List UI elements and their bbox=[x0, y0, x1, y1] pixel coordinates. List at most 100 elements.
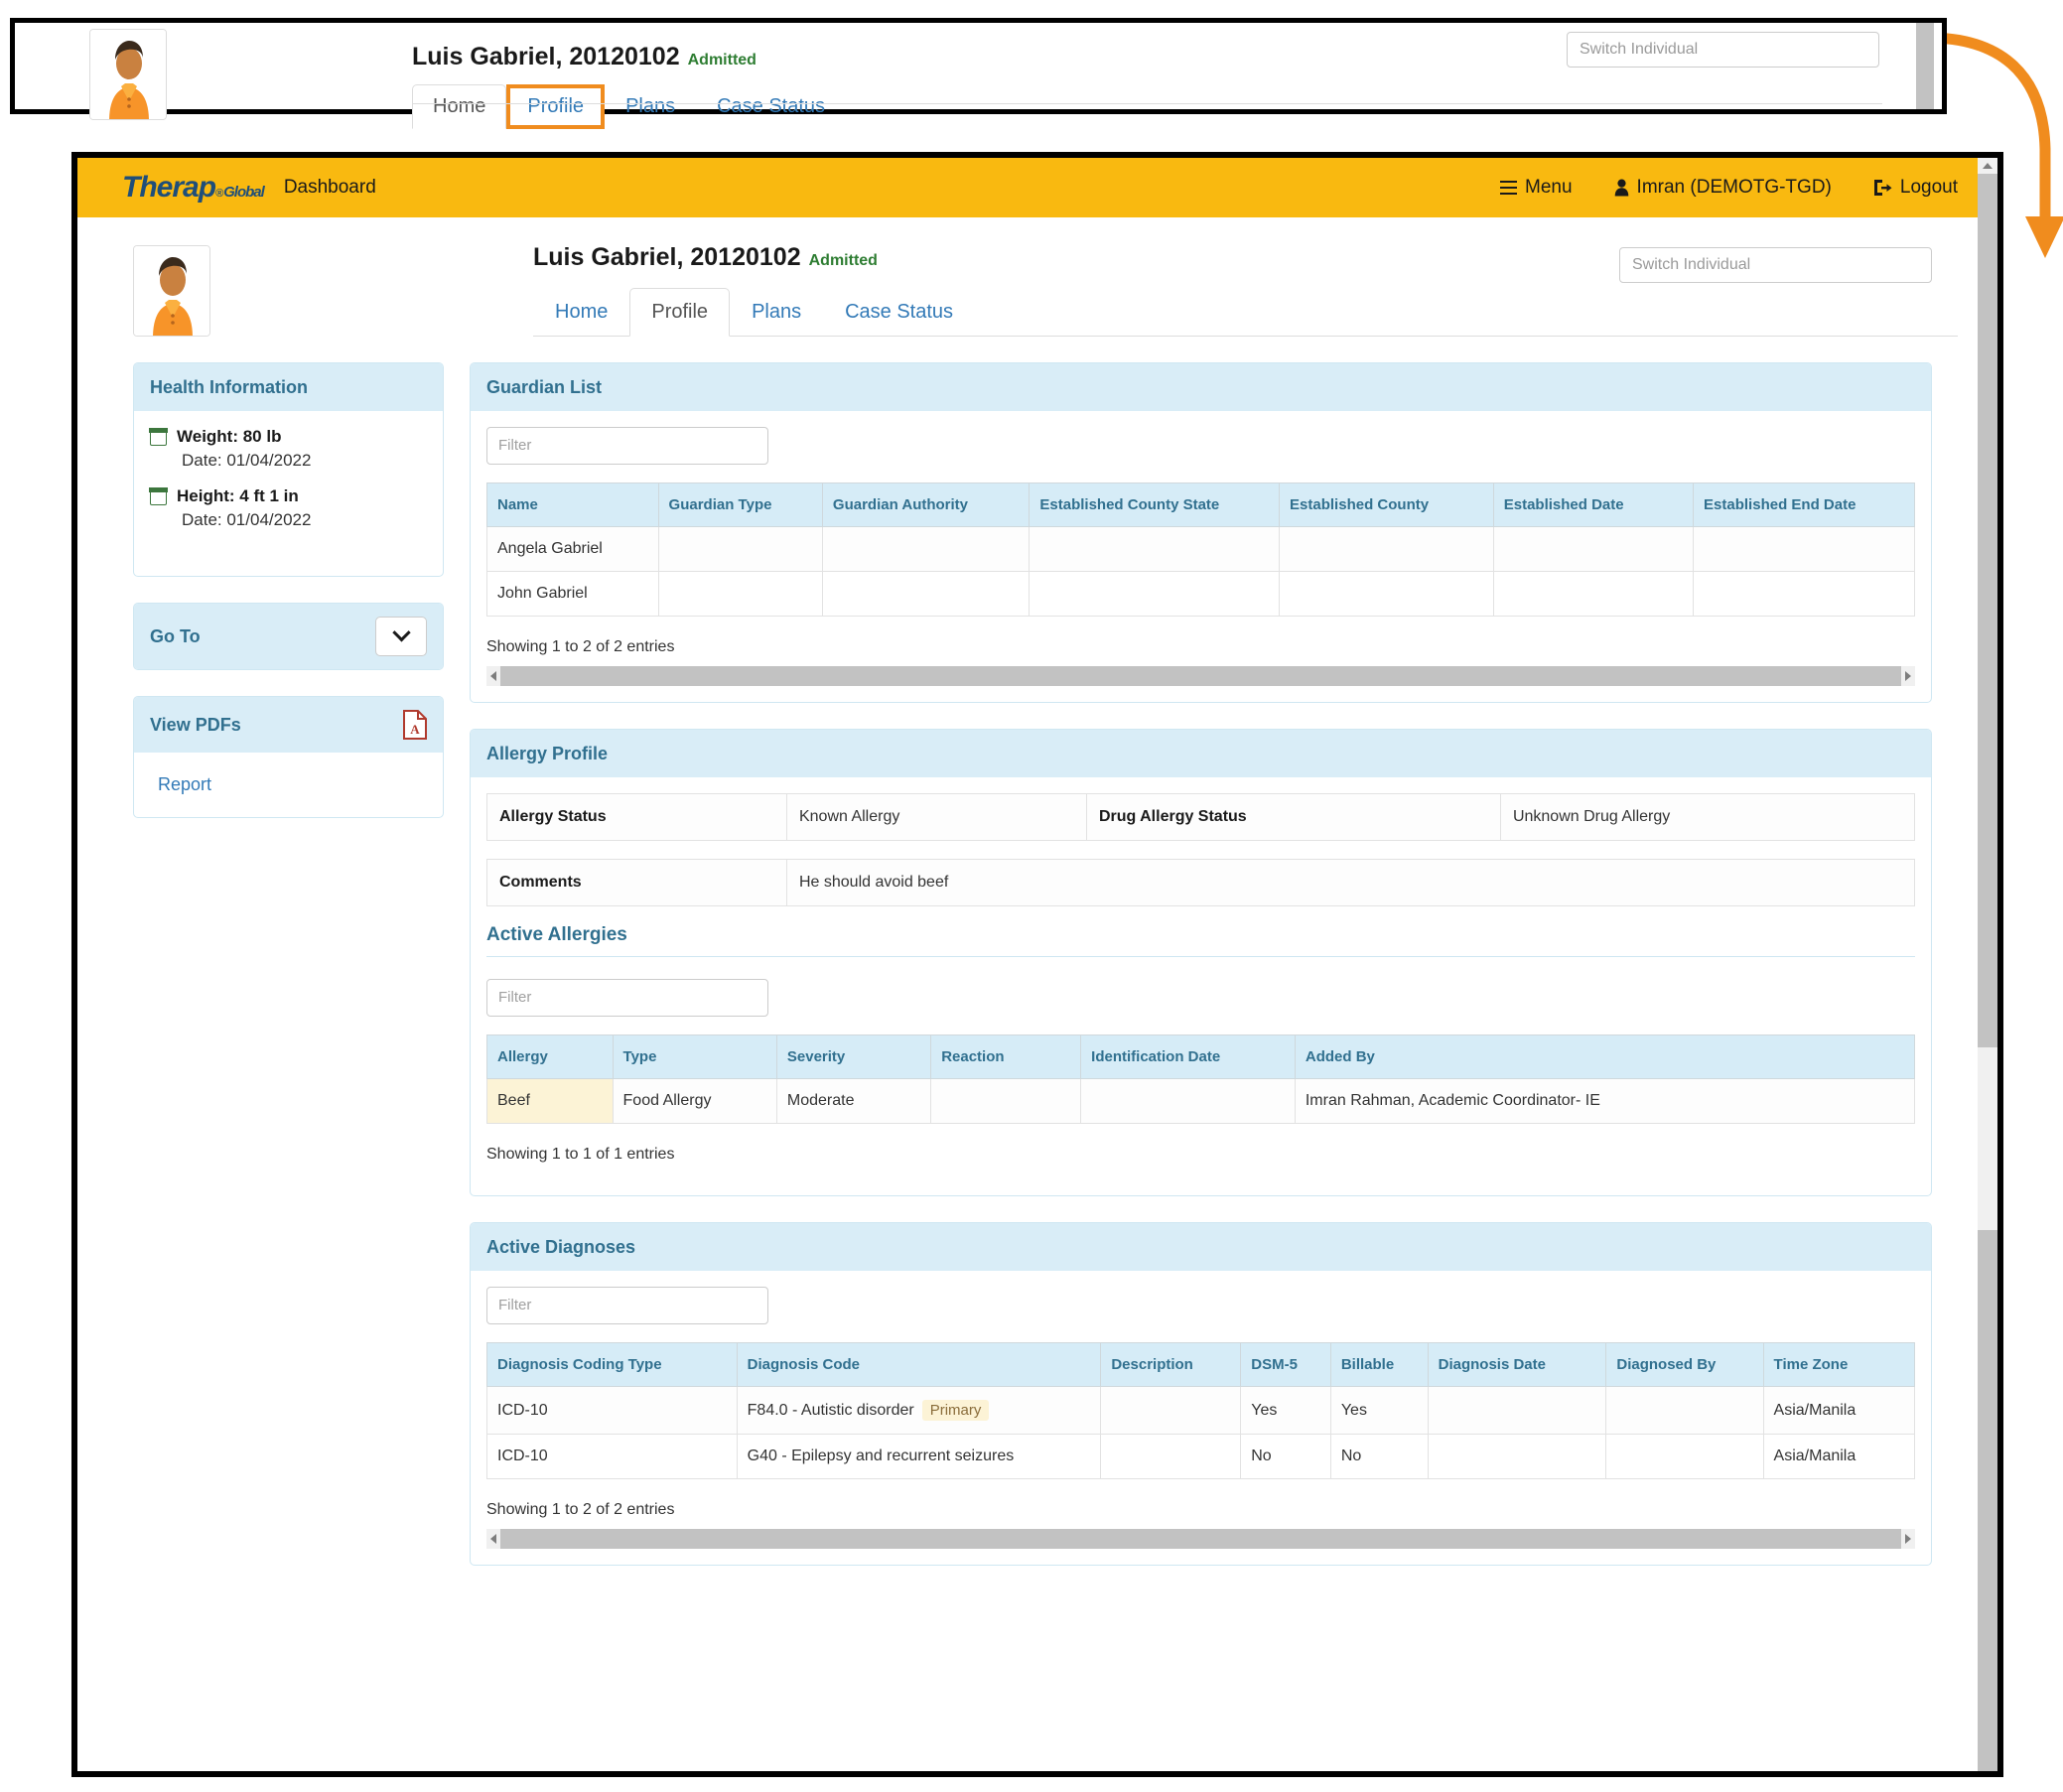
active-allergies-filter-input[interactable]: Filter bbox=[486, 979, 768, 1017]
col-established-county-state[interactable]: Established County State bbox=[1029, 482, 1281, 527]
col-guardian-type[interactable]: Guardian Type bbox=[657, 482, 823, 527]
callout-scrollbar[interactable] bbox=[1916, 23, 1934, 109]
col-identification-date[interactable]: Identification Date bbox=[1080, 1034, 1296, 1079]
active-diagnoses-header: Active Diagnoses bbox=[471, 1223, 1931, 1271]
cell-guardian-authority bbox=[821, 526, 1031, 572]
tab-home[interactable]: Home bbox=[533, 288, 629, 337]
tab-profile[interactable]: Profile bbox=[629, 288, 731, 337]
cell-diagnosis-code: G40 - Epilepsy and recurrent seizures bbox=[736, 1434, 1102, 1479]
table-row[interactable]: ICD-10 G40 - Epilepsy and recurrent seiz… bbox=[486, 1434, 1916, 1479]
sidebar: Health Information Weight: 80 lb Date: 0… bbox=[133, 362, 444, 844]
go-to-dropdown-button[interactable] bbox=[375, 617, 427, 656]
logo-main-text: Therap bbox=[122, 171, 216, 204]
switch-individual-input[interactable]: Switch Individual bbox=[1619, 247, 1932, 283]
drug-allergy-status-label: Drug Allergy Status bbox=[1085, 793, 1501, 841]
col-allergy[interactable]: Allergy bbox=[486, 1034, 614, 1079]
person-avatar-icon bbox=[134, 246, 209, 336]
col-type[interactable]: Type bbox=[612, 1034, 777, 1079]
callout-tab-profile[interactable]: Profile bbox=[506, 84, 606, 129]
col-diagnosis-date[interactable]: Diagnosis Date bbox=[1427, 1342, 1607, 1387]
scrollbar-thumb[interactable] bbox=[500, 1529, 1901, 1549]
active-diagnoses-title: Active Diagnoses bbox=[486, 1236, 636, 1257]
individual-header: Luis Gabriel, 20120102 Admitted Switch In… bbox=[77, 217, 1997, 337]
pdf-link-report[interactable]: Report bbox=[150, 768, 427, 801]
screenshot-stage: Luis Gabriel, 20120102 Admitted Home Prof… bbox=[0, 0, 2063, 1792]
cell-identification-date bbox=[1080, 1078, 1296, 1124]
scrollbar-thumb-upper[interactable] bbox=[1978, 174, 1997, 1047]
cell-reaction bbox=[930, 1078, 1082, 1124]
cell-established-date bbox=[1492, 571, 1695, 617]
logout-button[interactable]: Logout bbox=[1873, 177, 1958, 199]
diagnoses-horizontal-scrollbar[interactable] bbox=[486, 1529, 1915, 1549]
diagnosis-code-text: F84.0 - Autistic disorder bbox=[747, 1402, 914, 1419]
col-reaction[interactable]: Reaction bbox=[930, 1034, 1082, 1079]
logo-registered-mark: ® bbox=[215, 188, 223, 200]
active-diagnoses-filter-input[interactable]: Filter bbox=[486, 1287, 768, 1324]
table-row: Comments He should avoid beef bbox=[486, 859, 1916, 906]
cell-diagnosis-date bbox=[1427, 1386, 1607, 1435]
scrollbar-thumb[interactable] bbox=[500, 666, 1901, 686]
guardian-horizontal-scrollbar[interactable] bbox=[486, 666, 1915, 686]
pdf-icon[interactable]: A bbox=[403, 710, 427, 740]
cell-name: John Gabriel bbox=[486, 571, 659, 617]
cell-time-zone: Asia/Manila bbox=[1762, 1434, 1916, 1479]
scroll-left-arrow-icon[interactable] bbox=[490, 1534, 496, 1544]
logout-icon bbox=[1873, 180, 1892, 196]
callout-tab-home[interactable]: Home bbox=[412, 84, 507, 129]
col-added-by[interactable]: Added By bbox=[1294, 1034, 1916, 1079]
tab-case-status[interactable]: Case Status bbox=[823, 288, 975, 337]
menu-button[interactable]: Menu bbox=[1500, 177, 1573, 199]
page-vertical-scrollbar[interactable] bbox=[1978, 158, 1997, 1771]
tab-plans[interactable]: Plans bbox=[730, 288, 823, 337]
comments-label: Comments bbox=[486, 859, 787, 906]
table-row[interactable]: John Gabriel bbox=[486, 571, 1915, 617]
weight-date: Date: 01/04/2022 bbox=[182, 451, 312, 470]
scroll-right-arrow-icon[interactable] bbox=[1905, 1534, 1911, 1544]
cell-diagnosed-by bbox=[1605, 1434, 1764, 1479]
col-billable[interactable]: Billable bbox=[1329, 1342, 1429, 1387]
cell-established-county bbox=[1279, 526, 1494, 572]
col-guardian-authority[interactable]: Guardian Authority bbox=[821, 482, 1031, 527]
main-content: Guardian List Filter Name Guardian Type … bbox=[470, 362, 1932, 1591]
health-item-height: Height: 4 ft 1 in Date: 01/04/2022 bbox=[149, 486, 427, 530]
scroll-left-arrow-icon[interactable] bbox=[490, 671, 496, 681]
col-severity[interactable]: Severity bbox=[775, 1034, 932, 1079]
cell-severity: Moderate bbox=[775, 1078, 932, 1124]
callout-individual-name: Luis Gabriel, 20120102 bbox=[412, 43, 680, 70]
person-avatar-icon bbox=[90, 30, 166, 119]
cell-coding-type: ICD-10 bbox=[486, 1386, 738, 1435]
go-to-panel: Go To bbox=[133, 603, 444, 670]
svg-text:A: A bbox=[410, 722, 420, 737]
active-diagnoses-body: Filter Diagnosis Coding Type Diagnosis C… bbox=[471, 1271, 1931, 1565]
col-dsm5[interactable]: DSM-5 bbox=[1240, 1342, 1331, 1387]
col-diagnosed-by[interactable]: Diagnosed By bbox=[1605, 1342, 1764, 1387]
active-diagnoses-table: Diagnosis Coding Type Diagnosis Code Des… bbox=[486, 1342, 1916, 1479]
table-row[interactable]: ICD-10 F84.0 - Autistic disorder Primary … bbox=[486, 1386, 1916, 1435]
scrollbar-thumb-lower[interactable] bbox=[1978, 1230, 1997, 1771]
scroll-up-arrow-icon[interactable] bbox=[1983, 163, 1993, 169]
health-information-title: Health Information bbox=[150, 376, 309, 397]
col-established-county[interactable]: Established County bbox=[1279, 482, 1494, 527]
callout-switch-individual-input[interactable]: Switch Individual bbox=[1567, 32, 1879, 68]
therap-global-logo[interactable]: Therap ® Global bbox=[122, 171, 265, 205]
callout-tab-plans[interactable]: Plans bbox=[605, 84, 696, 129]
col-diagnosis-code[interactable]: Diagnosis Code bbox=[736, 1342, 1102, 1387]
guardian-filter-input[interactable]: Filter bbox=[486, 427, 768, 465]
col-time-zone[interactable]: Time Zone bbox=[1762, 1342, 1916, 1387]
col-description[interactable]: Description bbox=[1100, 1342, 1242, 1387]
dashboard-label[interactable]: Dashboard bbox=[284, 177, 376, 199]
callout-tab-underline bbox=[412, 103, 1882, 104]
cell-added-by: Imran Rahman, Academic Coordinator- IE bbox=[1294, 1078, 1916, 1124]
col-established-date[interactable]: Established Date bbox=[1492, 482, 1695, 527]
col-established-end-date[interactable]: Established End Date bbox=[1693, 482, 1915, 527]
cell-coding-type: ICD-10 bbox=[486, 1434, 738, 1479]
col-diagnosis-coding-type[interactable]: Diagnosis Coding Type bbox=[486, 1342, 738, 1387]
individual-avatar[interactable] bbox=[133, 245, 210, 337]
col-name[interactable]: Name bbox=[486, 482, 659, 527]
table-row[interactable]: Beef Food Allergy Moderate Imran Rahman,… bbox=[486, 1078, 1916, 1124]
callout-tab-case-status[interactable]: Case Status bbox=[696, 84, 846, 129]
user-account-button[interactable]: Imran (DEMOTG-TGD) bbox=[1614, 177, 1832, 199]
status-badge: Admitted bbox=[808, 252, 878, 269]
table-row[interactable]: Angela Gabriel bbox=[486, 526, 1915, 572]
scroll-right-arrow-icon[interactable] bbox=[1905, 671, 1911, 681]
